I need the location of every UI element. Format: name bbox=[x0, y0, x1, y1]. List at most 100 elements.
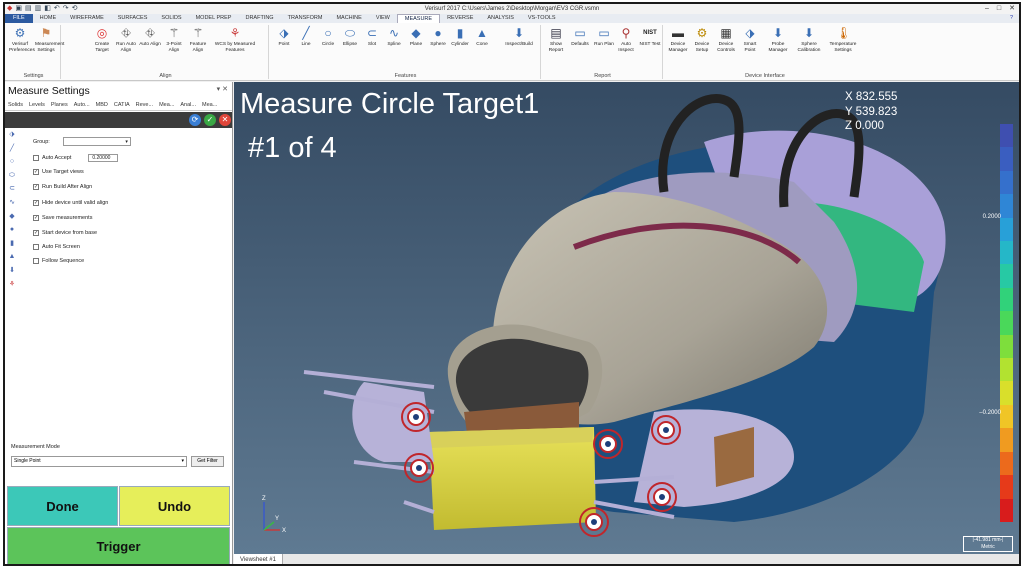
checkbox[interactable]: ✓ bbox=[33, 200, 39, 206]
panel-tab-analysis[interactable]: Anal... bbox=[177, 100, 199, 110]
device-setup-button[interactable]: ⚙ Device Setup bbox=[691, 27, 713, 53]
ellipse-button[interactable]: ⬭ Ellipse bbox=[339, 27, 361, 48]
slot-button[interactable]: ⊂ Slot bbox=[361, 27, 383, 48]
device-controls-button[interactable]: ▦ Device Controls bbox=[715, 27, 737, 53]
minimize-icon[interactable]: – bbox=[985, 4, 989, 14]
circle-button[interactable]: ○ Circle bbox=[317, 27, 339, 48]
cad-model-view[interactable]: Z Y X bbox=[234, 82, 1021, 554]
sphere-calibration-button[interactable]: ⬇ Sphere Calibration bbox=[795, 27, 823, 53]
checkbox[interactable]: ✓ bbox=[33, 169, 39, 175]
panel-tab-planes[interactable]: Planes bbox=[48, 100, 71, 110]
tab-home[interactable]: HOME bbox=[33, 14, 64, 23]
trigger-button[interactable]: Trigger bbox=[7, 527, 230, 564]
spline-button[interactable]: ∿ Spline bbox=[383, 27, 405, 48]
panel-tab-reverse[interactable]: Reve... bbox=[133, 100, 156, 110]
get-filter-button[interactable]: Get Filter bbox=[191, 456, 224, 467]
sphere-button[interactable]: ● Sphere bbox=[427, 27, 449, 48]
check-hide-device[interactable]: ✓ Hide device until valid align bbox=[33, 200, 108, 206]
run-plan-button[interactable]: ▭ Run Plan bbox=[593, 27, 615, 48]
panel-tab-measure-2[interactable]: Mea... bbox=[199, 100, 220, 110]
plane-icon[interactable]: ◆ bbox=[6, 212, 18, 222]
auto-accept-input[interactable]: 0.20000 bbox=[88, 154, 119, 162]
auto-accept-checkbox[interactable] bbox=[33, 155, 39, 161]
point-button[interactable]: ⬗ Point bbox=[273, 27, 295, 48]
measurement-mode-select[interactable]: Single Point ▾ bbox=[11, 456, 187, 467]
check-start-device-from-base[interactable]: ✓ Start device from base bbox=[33, 230, 97, 236]
viewsheet-tab-1[interactable]: Viewsheet #1 bbox=[234, 554, 283, 564]
cancel-icon[interactable]: ✕ bbox=[219, 114, 231, 126]
panel-tab-mbd[interactable]: MBD bbox=[93, 100, 111, 110]
line-icon[interactable]: ╱ bbox=[6, 144, 18, 154]
tab-file[interactable]: FILE bbox=[5, 14, 33, 23]
panel-pin-close-icon[interactable]: ▾ ✕ bbox=[217, 85, 228, 93]
nist-test-button[interactable]: NIST NIST Test bbox=[639, 27, 661, 48]
group-select[interactable]: ▾ bbox=[62, 137, 131, 146]
wcs-by-measured-features-button[interactable]: ⚘ WCS by Measured Features bbox=[213, 27, 257, 53]
plane-button[interactable]: ◆ Plane bbox=[405, 27, 427, 48]
smart-point-button[interactable]: ⬗ Smart Point bbox=[739, 27, 761, 53]
checkbox[interactable]: ✓ bbox=[33, 215, 39, 221]
apply-icon[interactable]: ⟳ bbox=[189, 114, 201, 126]
ok-icon[interactable]: ✓ bbox=[204, 114, 216, 126]
tab-vs-tools[interactable]: VS-TOOLS bbox=[521, 14, 563, 23]
undo-button[interactable]: Undo bbox=[119, 486, 230, 526]
show-report-button[interactable]: ▤ Show Report bbox=[545, 27, 567, 53]
done-button[interactable]: Done bbox=[7, 486, 118, 526]
tab-model-prep[interactable]: MODEL PREP bbox=[189, 14, 239, 23]
panel-tab-measure[interactable]: Mea... bbox=[156, 100, 177, 110]
tab-view[interactable]: VIEW bbox=[369, 14, 397, 23]
cone-icon[interactable]: ▲ bbox=[6, 252, 18, 262]
point-icon[interactable]: ⬗ bbox=[6, 130, 18, 140]
three-point-align-button[interactable]: ⚚ 3-Point Align bbox=[163, 27, 185, 53]
panel-tab-levels[interactable]: Levels bbox=[26, 100, 48, 110]
tab-transform[interactable]: TRANSFORM bbox=[281, 14, 330, 23]
tab-solids[interactable]: SOLIDS bbox=[154, 14, 188, 23]
checkbox[interactable] bbox=[33, 244, 39, 250]
check-auto-fit-screen[interactable]: Auto Fit Screen bbox=[33, 244, 80, 250]
checkbox[interactable]: ✓ bbox=[33, 230, 39, 236]
close-icon[interactable]: ✕ bbox=[1009, 4, 1015, 14]
defaults-button[interactable]: ▭ Defaults bbox=[569, 27, 591, 48]
run-auto-align-button[interactable]: ⛗ Run Auto Align bbox=[115, 27, 137, 53]
circle-icon[interactable]: ○ bbox=[6, 157, 18, 167]
create-target-button[interactable]: ◎ Create Target bbox=[91, 27, 113, 53]
tab-drafting[interactable]: DRAFTING bbox=[238, 14, 280, 23]
auto-inspect-button[interactable]: ⚲ Auto Inspect bbox=[615, 27, 637, 53]
graphics-viewport[interactable]: Z Y X Measure Circle Target1 #1 of 4 X 8… bbox=[234, 82, 1021, 554]
tab-measure[interactable]: MEASURE bbox=[396, 14, 441, 23]
device-manager-button[interactable]: ▬ Device Manager bbox=[667, 27, 689, 53]
panel-tab-catia[interactable]: CATIA bbox=[111, 100, 133, 110]
checkbox[interactable] bbox=[33, 258, 39, 264]
checkbox[interactable]: ✓ bbox=[33, 184, 39, 190]
check-save-measurements[interactable]: ✓ Save measurements bbox=[33, 215, 92, 221]
slot-icon[interactable]: ⊂ bbox=[6, 184, 18, 194]
probe-manager-button[interactable]: ⬇ Probe Manager bbox=[767, 27, 789, 53]
cylinder-button[interactable]: ▮ Cylinder bbox=[449, 27, 471, 48]
temperature-settings-button[interactable]: 🌡 Temperature Settings bbox=[827, 27, 859, 53]
ellipse-icon[interactable]: ⬭ bbox=[6, 171, 18, 181]
panel-tab-auto[interactable]: Auto... bbox=[71, 100, 93, 110]
maximize-icon[interactable]: □ bbox=[997, 4, 1001, 14]
tab-analysis[interactable]: ANALYSIS bbox=[480, 14, 521, 23]
verisurf-preferences-button[interactable]: ⚙ Verisurf Preferences bbox=[9, 27, 35, 53]
tab-surfaces[interactable]: SURFACES bbox=[111, 14, 155, 23]
tab-machine[interactable]: MACHINE bbox=[329, 14, 368, 23]
tab-wireframe[interactable]: WIREFRAME bbox=[63, 14, 111, 23]
check-follow-sequence[interactable]: Follow Sequence bbox=[33, 258, 84, 264]
auto-align-button[interactable]: ⛗ Auto Align bbox=[139, 27, 161, 48]
wcs-icon[interactable]: ⚘ bbox=[6, 280, 18, 290]
cone-button[interactable]: ▲ Cone bbox=[471, 27, 493, 48]
check-run-build-after-align[interactable]: ✓ Run Build After Align bbox=[33, 184, 92, 190]
check-use-target-views[interactable]: ✓ Use Target views bbox=[33, 169, 84, 175]
help-icon[interactable]: ? bbox=[1004, 14, 1019, 23]
panel-tab-solids[interactable]: Solids bbox=[5, 100, 26, 110]
measurement-settings-button[interactable]: ⚑ Measurement Settings bbox=[35, 27, 64, 53]
sphere-icon[interactable]: ● bbox=[6, 225, 18, 235]
line-button[interactable]: ╱ Line bbox=[295, 27, 317, 48]
tab-reverse[interactable]: REVERSE bbox=[440, 14, 480, 23]
feature-align-button[interactable]: ⚚ Feature Align bbox=[187, 27, 209, 53]
cylinder-icon[interactable]: ▮ bbox=[6, 239, 18, 249]
inspect-build-button[interactable]: ⬇ Inspect/Build bbox=[503, 27, 535, 48]
probe-icon[interactable]: ⬇ bbox=[6, 266, 18, 276]
spline-icon[interactable]: ∿ bbox=[6, 198, 18, 208]
